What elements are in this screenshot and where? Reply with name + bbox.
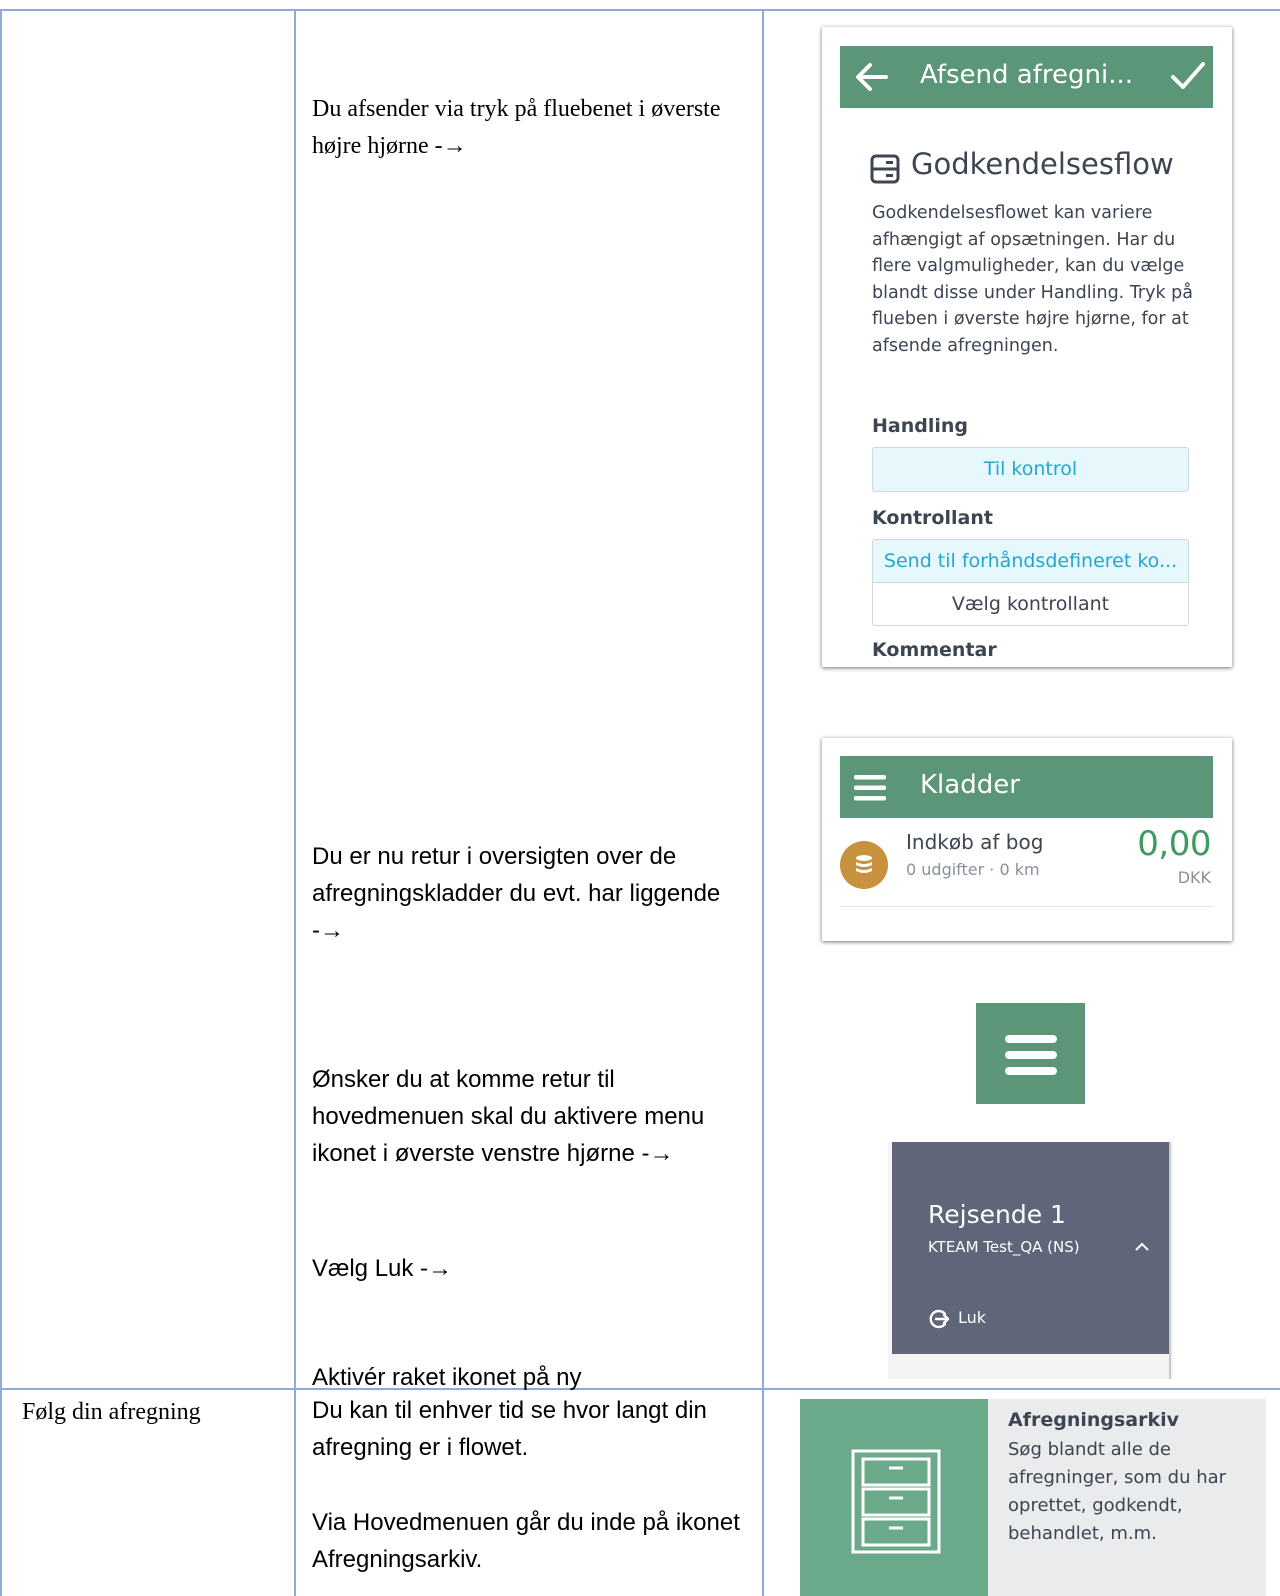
menu-close-item[interactable]: Luk: [928, 1305, 1048, 1331]
draft-currency: DKK: [1177, 868, 1211, 887]
screenshot-side-menu: Rejsende 1 KTEAM Test_QA (NS) Luk: [888, 1142, 1173, 1379]
filing-cabinet-icon: [851, 1449, 941, 1554]
screenshot-drafts: Kladder Indkøb af bog 0 udgifter · 0 km …: [822, 738, 1232, 941]
menu-edge-shadow: [1169, 1142, 1171, 1379]
section-description: Godkendelsesflowet kan variere afhængigt…: [872, 203, 1193, 356]
checkmark-icon[interactable]: [1170, 60, 1206, 92]
follow-instruction-1: Du kan til enhver tid se hvor langt din …: [312, 1397, 707, 1461]
menu-company: KTEAM Test_QA (NS): [928, 1238, 1080, 1256]
instruction-drafts: Du er nu retur i oversigten over de afre…: [312, 843, 721, 944]
instruction-menu: Ønsker du at komme retur til hovedmenuen…: [312, 1066, 705, 1167]
archive-tile-icon-panel: [800, 1399, 988, 1596]
coins-icon: [856, 855, 872, 873]
handling-select[interactable]: Til kontrol: [872, 447, 1189, 492]
flow-icon: [870, 154, 900, 184]
drafts-title: Kladder: [920, 770, 1020, 800]
chevron-up-icon[interactable]: [1134, 1241, 1150, 1252]
instruction-rocket: Aktivér raket ikonet på ny: [312, 1364, 582, 1391]
table-border-left: [0, 9, 2, 1596]
menu-user-panel: Rejsende 1 KTEAM Test_QA (NS) Luk: [892, 1142, 1169, 1354]
table-border-top: [0, 9, 1280, 11]
logout-icon: [929, 1309, 950, 1329]
hamburger-icon: [1005, 1035, 1057, 1075]
kontrollant-option-choose[interactable]: Vælg kontrollant: [872, 582, 1189, 626]
archive-tile-title: Afregningsarkiv: [1008, 1409, 1180, 1431]
screenshot-approval-flow: Afsend afregni... Godkendelsesflow Godke…: [822, 27, 1232, 667]
header-title: Afsend afregni...: [920, 60, 1134, 90]
kontrollant-option-predefined[interactable]: Send til forhåndsdefineret ko...: [872, 539, 1189, 583]
kontrollant-label: Kontrollant: [872, 507, 993, 529]
coin-avatar: [840, 841, 888, 889]
draft-amount: 0,00: [1137, 824, 1211, 864]
kommentar-label: Kommentar: [872, 639, 997, 661]
draft-item[interactable]: Indkøb af bog 0 udgifter · 0 km 0,00 DKK: [840, 818, 1213, 907]
instruction-send: Du afsender via tryk på fluebenet i øver…: [312, 96, 721, 159]
handling-label: Handling: [872, 415, 969, 437]
archive-tile-description: Søg blandt alle de afregninger, som du h…: [1008, 1439, 1227, 1544]
drafts-header: Kladder: [840, 756, 1213, 818]
back-arrow-icon[interactable]: [854, 62, 888, 92]
table-col-divider-1: [294, 9, 296, 1596]
app-header: Afsend afregni...: [840, 46, 1213, 108]
draft-subtitle: 0 udgifter · 0 km: [906, 860, 1040, 879]
follow-instruction-2: Via Hovedmenuen går du inde på ikonet Af…: [312, 1509, 740, 1573]
draft-title: Indkøb af bog: [906, 830, 1044, 854]
hamburger-menu-icon[interactable]: [854, 775, 886, 801]
table-col-divider-2: [762, 9, 764, 1596]
section-title: Godkendelsesflow: [911, 147, 1174, 181]
menu-close-label: Luk: [958, 1308, 987, 1327]
instruction-close: Vælg Luk -→: [312, 1255, 453, 1282]
menu-icon-button[interactable]: [976, 1003, 1085, 1104]
archive-tile[interactable]: Afregningsarkiv Søg blandt alle de afreg…: [800, 1399, 1266, 1596]
row-title-follow: Følg din afregning: [22, 1399, 201, 1425]
menu-user-name: Rejsende 1: [928, 1200, 1066, 1229]
